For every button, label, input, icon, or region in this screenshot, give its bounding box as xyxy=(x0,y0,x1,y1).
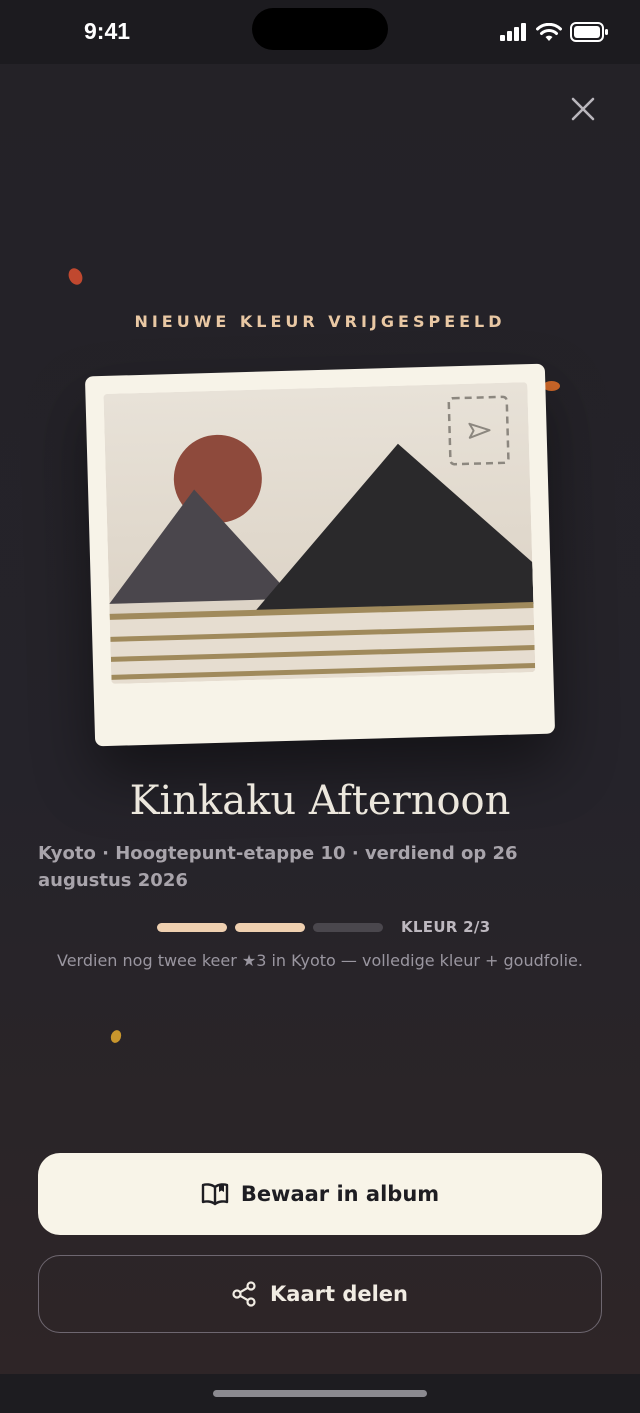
home-indicator[interactable] xyxy=(213,1390,427,1397)
card-title: Kinkaku Afternoon xyxy=(129,778,511,824)
unlock-eyebrow: NIEUWE KLEUR VRIJGESPEELD xyxy=(134,312,506,331)
progress-label: KLEUR 2/3 xyxy=(401,918,491,936)
book-open-icon xyxy=(201,1183,229,1206)
color-progress: KLEUR 2/3 xyxy=(157,918,490,936)
progress-segment-filled xyxy=(157,922,227,932)
confetti-piece xyxy=(543,381,560,391)
close-button[interactable] xyxy=(566,92,600,126)
save-to-album-button[interactable]: Bewaar in album xyxy=(38,1153,602,1235)
status-icons xyxy=(500,22,608,42)
postcard-illustration xyxy=(103,382,536,684)
wifi-icon xyxy=(536,22,562,41)
status-bar: 9:41 xyxy=(0,0,640,64)
progress-segment-empty xyxy=(313,922,383,932)
dynamic-island xyxy=(252,8,388,50)
postcard xyxy=(84,363,556,747)
save-to-album-label: Bewaar in album xyxy=(240,1182,440,1206)
share-icon xyxy=(232,1281,256,1307)
home-bar-area xyxy=(0,1374,640,1413)
status-time: 9:41 xyxy=(84,18,131,44)
close-icon xyxy=(571,97,595,121)
card-meta: Kyoto · Hoogtepunt-etappe 10 · verdiend … xyxy=(38,843,518,891)
progress-segment-filled xyxy=(235,922,305,932)
share-card-button[interactable]: Kaart delen xyxy=(38,1255,602,1333)
battery-icon xyxy=(570,22,608,42)
share-card-label: Kaart delen xyxy=(270,1282,408,1306)
progress-hint: Verdien nog twee keer ★3 in Kyoto — voll… xyxy=(57,951,583,970)
signal-icon xyxy=(500,23,526,41)
progress-segments xyxy=(157,922,391,932)
